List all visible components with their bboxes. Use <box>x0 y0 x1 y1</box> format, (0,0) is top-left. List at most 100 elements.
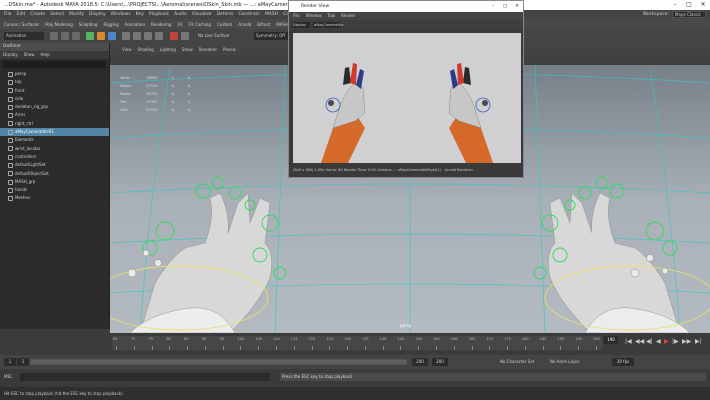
menu-item[interactable]: Key <box>136 12 144 17</box>
shelf-tab[interactable]: Poly Modeling <box>45 22 73 27</box>
range-slider[interactable] <box>30 359 407 365</box>
shelf-tab[interactable]: Custom <box>217 22 232 27</box>
character-set-dropdown[interactable]: No Character Set <box>500 358 534 366</box>
start-time-field[interactable]: 1 <box>4 358 16 366</box>
snap-curve-icon[interactable] <box>97 32 105 40</box>
command-input[interactable] <box>20 373 270 381</box>
outliner-item[interactable]: front <box>0 87 109 95</box>
render-view-window[interactable]: Render View – □ ✕ File Window Tool Rende… <box>288 0 524 178</box>
current-frame-field[interactable]: 190 <box>604 336 618 344</box>
shelf-tab[interactable]: Sculpting <box>79 22 98 27</box>
go-to-start-icon[interactable]: |◀ <box>625 338 632 345</box>
go-to-end-icon[interactable]: ▶| <box>695 338 702 345</box>
fps-dropdown[interactable]: 30 fps <box>612 358 634 366</box>
render-menu-item[interactable]: Window <box>306 12 322 20</box>
menu-item[interactable]: Display <box>89 12 106 17</box>
shelf-tab[interactable]: Arnold <box>238 22 251 27</box>
shelf-tab[interactable]: MASH <box>276 22 288 27</box>
close-button[interactable]: ✕ <box>511 1 523 12</box>
outliner-item[interactable]: MASH_grp <box>0 178 109 186</box>
render-frame-icon[interactable] <box>133 32 141 40</box>
paint-select-icon[interactable] <box>72 32 80 40</box>
menu-item[interactable]: Deform <box>217 12 234 17</box>
anim-layer-dropdown[interactable]: No Anim Layer <box>550 358 579 366</box>
live-surface-label[interactable]: No Live Surface <box>198 32 248 40</box>
range-slider-fill[interactable] <box>31 360 407 364</box>
menu-item[interactable]: Modify <box>69 12 84 17</box>
viewport-menu-item[interactable]: Lighting <box>160 47 176 52</box>
step-back-key-icon[interactable]: ◀◀ <box>635 338 644 345</box>
time-slider[interactable]: 65 70 75 80 85 90 95 100 105 110 115 120 125 130 135 14… <box>0 333 710 355</box>
outliner-item[interactable]: right_ctrl <box>0 120 109 128</box>
viewport-menu-item[interactable]: Panels <box>223 47 236 52</box>
maximize-button[interactable]: □ <box>682 0 696 10</box>
shelf-tab[interactable]: FX <box>177 22 182 27</box>
minimize-button[interactable]: – <box>668 0 682 10</box>
render-menu-item[interactable]: Tool <box>327 12 335 20</box>
workspace-dropdown[interactable]: Maya Classic <box>672 11 706 18</box>
menu-item[interactable]: Constrain <box>238 12 260 17</box>
render-settings-icon[interactable] <box>155 32 163 40</box>
display-dropdown[interactable]: Display <box>292 22 310 28</box>
camera-dropdown[interactable]: aMayCameraIdle <box>313 22 344 28</box>
playback-end-field[interactable]: 200 <box>412 358 428 366</box>
menu-item[interactable]: Audio <box>174 12 187 17</box>
outliner-item[interactable]: side <box>0 95 109 103</box>
minimize-button[interactable]: – <box>487 1 499 12</box>
close-button[interactable]: ✕ <box>696 0 710 10</box>
playback-start-field[interactable]: 1 <box>17 358 29 366</box>
snap-grid-icon[interactable] <box>86 32 94 40</box>
time-slider-track[interactable]: 65 70 75 80 85 90 95 100 105 110 115 120 125 130 135 14… <box>112 336 602 350</box>
menu-item[interactable]: Visualize <box>192 12 212 17</box>
outliner-item[interactable]: skeleton_rig_grp <box>0 103 109 111</box>
mel-label[interactable]: MEL <box>4 374 12 379</box>
shelf-tab[interactable]: Rendering <box>151 22 171 27</box>
render-menu-item[interactable]: Render <box>341 12 355 20</box>
shelf-tab[interactable]: Bifrost <box>257 22 270 27</box>
lasso-tool-icon[interactable] <box>61 32 69 40</box>
outliner-item[interactable]: wrist_locator <box>0 145 109 153</box>
menu-item[interactable]: Playback <box>149 12 169 17</box>
ipr-render-icon[interactable] <box>144 32 152 40</box>
shelf-tab[interactable]: Curves / Surfaces <box>4 22 39 27</box>
play-forward-icon[interactable]: ▶ <box>664 338 669 345</box>
step-forward-key-icon[interactable]: ▶▶ <box>682 338 691 345</box>
history-icon[interactable] <box>122 32 130 40</box>
play-backward-icon[interactable]: ◀ <box>656 338 661 345</box>
viewport-menu-item[interactable]: Shading <box>138 47 154 52</box>
outliner-item[interactable]: defaultObjectSet <box>0 170 109 178</box>
outliner-item[interactable]: Elements <box>0 136 109 144</box>
shelf-tab[interactable]: Animation <box>125 22 145 27</box>
viewport-menu-item[interactable]: Show <box>182 47 193 52</box>
menu-item[interactable]: Create <box>30 12 45 17</box>
menu-item[interactable]: Select <box>50 12 64 17</box>
outliner-item[interactable]: top <box>0 78 109 86</box>
menu-item[interactable]: Windows <box>111 12 131 17</box>
menu-item[interactable]: Edit <box>17 12 26 17</box>
shelf-tab[interactable]: FX Caching <box>189 22 211 27</box>
outliner-menu-item[interactable]: Show <box>24 51 35 59</box>
outliner-item[interactable]: Arms <box>0 111 109 119</box>
outliner-search-input[interactable] <box>3 61 106 68</box>
render-view-title-bar[interactable]: Render View – □ ✕ <box>289 1 523 12</box>
right-hand-mesh[interactable] <box>548 192 691 333</box>
menu-item[interactable]: File <box>4 12 12 17</box>
outliner-item[interactable]: persp <box>0 70 109 78</box>
maximize-button[interactable]: □ <box>499 1 511 12</box>
end-time-field[interactable]: 200 <box>432 358 448 366</box>
menu-set-dropdown[interactable]: Animation <box>4 32 44 40</box>
arnold-render-icon[interactable] <box>170 32 178 40</box>
hypershade-icon[interactable] <box>181 32 189 40</box>
step-back-frame-icon[interactable]: ◀| <box>646 338 653 345</box>
select-tool-icon[interactable] <box>50 32 58 40</box>
viewport-menu-item[interactable]: View <box>122 47 132 52</box>
shelf-tab[interactable]: Rigging <box>103 22 118 27</box>
outliner-item[interactable]: defaultLightSet <box>0 161 109 169</box>
outliner-item[interactable]: Meshes <box>0 194 109 202</box>
viewport-menu-item[interactable]: Renderer <box>199 47 217 52</box>
render-menu-item[interactable]: File <box>293 12 300 20</box>
outliner-menu-item[interactable]: Display <box>3 51 18 59</box>
menu-item[interactable]: MASH <box>265 12 278 17</box>
outliner-item[interactable]: hands <box>0 186 109 194</box>
snap-point-icon[interactable] <box>108 32 116 40</box>
